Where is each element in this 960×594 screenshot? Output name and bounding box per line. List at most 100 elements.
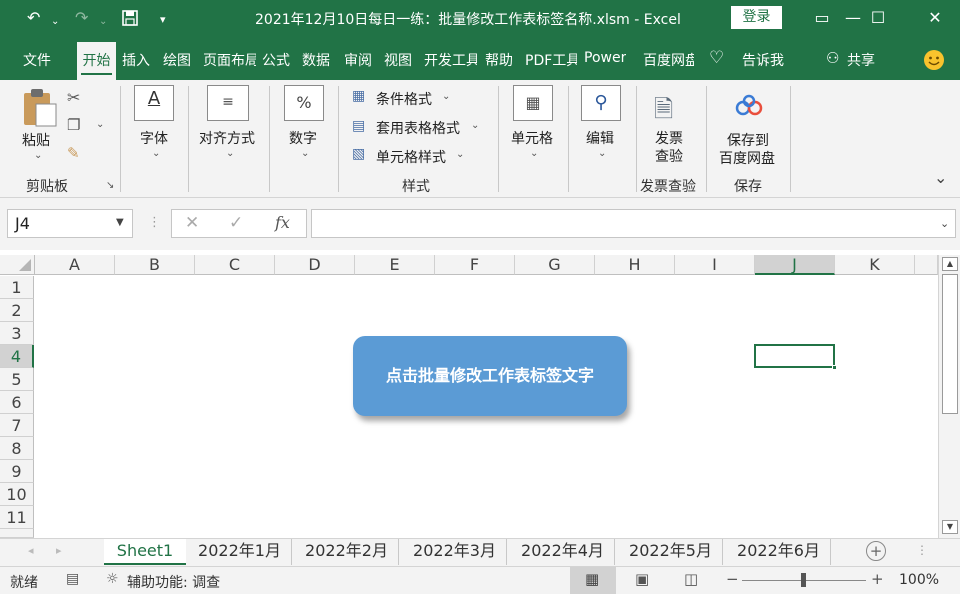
column-header[interactable]: A xyxy=(35,255,115,275)
tab-data[interactable]: 数据 xyxy=(302,50,330,72)
undo-dropdown-icon[interactable]: ⌄ xyxy=(51,12,59,32)
cut-icon[interactable]: ✂ xyxy=(67,88,80,107)
conditional-format-icon[interactable]: ▦ xyxy=(352,88,365,104)
column-header[interactable]: K xyxy=(835,255,915,275)
tab-home[interactable]: 开始 xyxy=(77,42,116,80)
tab-help[interactable]: 帮助 xyxy=(485,50,513,72)
column-header[interactable]: C xyxy=(195,255,275,275)
tab-page-layout[interactable]: 页面布局 xyxy=(203,50,256,72)
page-layout-view-icon[interactable]: ▣ xyxy=(635,570,649,588)
smiley-feedback-icon[interactable] xyxy=(923,49,945,71)
add-sheet-icon[interactable]: + xyxy=(866,541,886,561)
font-button-icon[interactable]: A xyxy=(134,85,174,121)
table-format-dropdown-icon[interactable]: ⌄ xyxy=(471,120,479,131)
zoom-slider-thumb[interactable] xyxy=(801,573,806,587)
expand-formula-icon[interactable]: ⌄ xyxy=(940,217,949,230)
enter-check-icon[interactable]: ✓ xyxy=(229,213,243,233)
zoom-in-icon[interactable]: + xyxy=(871,570,884,588)
active-cell-j4[interactable] xyxy=(754,344,837,370)
normal-view-button[interactable]: ▦ xyxy=(570,567,616,594)
row-header[interactable]: 5 xyxy=(0,368,34,391)
tab-developer[interactable]: 开发工具 xyxy=(424,50,477,72)
column-header-partial[interactable] xyxy=(915,255,938,275)
column-header[interactable]: F xyxy=(435,255,515,275)
row-header[interactable]: 3 xyxy=(0,322,34,345)
cells-label[interactable]: 单元格 xyxy=(511,128,553,148)
scroll-tabs-left-icon[interactable]: ◂ xyxy=(28,544,34,557)
customize-qat-icon[interactable]: ▾ xyxy=(160,10,166,30)
name-box[interactable]: J4 xyxy=(7,209,133,238)
table-format-icon[interactable]: ▤ xyxy=(352,118,365,134)
ribbon-display-icon[interactable]: ▭ xyxy=(810,6,834,30)
sheet-tab[interactable]: 2022年6月 xyxy=(727,539,831,565)
sheet-tab[interactable]: 2022年5月 xyxy=(619,539,723,565)
sheet-tab[interactable]: 2022年4月 xyxy=(511,539,615,565)
login-button[interactable]: 登录 xyxy=(731,6,782,29)
tab-pdf-tools[interactable]: PDF工具 xyxy=(525,50,577,72)
column-header[interactable]: E xyxy=(355,255,435,275)
name-box-dropdown-icon[interactable]: ▼ xyxy=(116,217,124,228)
row-header[interactable]: 7 xyxy=(0,414,34,437)
conditional-format-button[interactable]: 条件格式 xyxy=(376,89,432,109)
table-format-button[interactable]: 套用表格格式 xyxy=(376,118,460,138)
copy-icon[interactable]: ❐ xyxy=(67,116,80,134)
font-dropdown-icon[interactable]: ⌄ xyxy=(152,148,160,159)
row-header[interactable]: 2 xyxy=(0,299,34,322)
paste-label[interactable]: 粘贴 xyxy=(22,130,50,150)
tab-power[interactable]: Power xyxy=(584,50,626,72)
clipboard-launcher-icon[interactable]: ↘ xyxy=(106,180,114,191)
format-painter-icon[interactable]: ✎ xyxy=(67,144,80,162)
number-button-icon[interactable]: % xyxy=(284,85,324,121)
share-button[interactable]: 共享 xyxy=(847,50,875,72)
sheet-tab[interactable]: 2022年2月 xyxy=(295,539,399,565)
column-header[interactable]: B xyxy=(115,255,195,275)
vertical-scrollbar[interactable]: ▲ ▼ xyxy=(938,255,960,538)
undo-icon[interactable]: ↶ xyxy=(27,8,40,28)
fill-handle[interactable] xyxy=(832,365,837,370)
insert-function-icon[interactable]: fx xyxy=(275,213,290,232)
paste-dropdown-icon[interactable]: ⌄ xyxy=(34,150,42,161)
tab-insert[interactable]: 插入 xyxy=(122,50,150,72)
edit-button-icon[interactable]: ⚲ xyxy=(581,85,621,121)
scroll-up-icon[interactable]: ▲ xyxy=(942,257,958,271)
invoice-check-icon[interactable]: 🗎 xyxy=(654,92,673,133)
tab-split-grip-icon[interactable]: ⋮ xyxy=(916,543,928,557)
minimize-icon[interactable]: — xyxy=(841,6,865,30)
lightbulb-icon[interactable]: ♡ xyxy=(709,48,724,68)
sheet-tab[interactable]: 2022年3月 xyxy=(403,539,507,565)
tell-me[interactable]: 告诉我 xyxy=(742,50,784,72)
sheet-tab-active[interactable]: Sheet1 xyxy=(104,539,186,565)
save-icon[interactable] xyxy=(122,10,138,26)
collapse-ribbon-icon[interactable]: ⌄ xyxy=(934,168,947,187)
edit-dropdown-icon[interactable]: ⌄ xyxy=(598,148,606,159)
invoice-check-button[interactable]: 发票 查验 xyxy=(655,130,683,166)
tab-baidu-netdisk[interactable]: 百度网盘 xyxy=(643,50,694,72)
scroll-tabs-right-icon[interactable]: ▸ xyxy=(56,544,62,557)
paste-icon[interactable] xyxy=(21,88,57,128)
tab-formulas[interactable]: 公式 xyxy=(262,50,290,72)
cancel-icon[interactable]: ✕ xyxy=(185,213,199,233)
row-header-selected[interactable]: 4 xyxy=(0,345,34,368)
maximize-icon[interactable]: ☐ xyxy=(866,6,890,30)
select-all-corner[interactable] xyxy=(0,255,35,275)
column-header[interactable]: H xyxy=(595,255,675,275)
save-to-baidu-label-2[interactable]: 百度网盘 xyxy=(719,148,775,168)
cells-button-icon[interactable]: ▦ xyxy=(513,85,553,121)
redo-icon[interactable]: ↷ xyxy=(75,8,88,28)
conditional-format-dropdown-icon[interactable]: ⌄ xyxy=(442,91,450,102)
column-header[interactable]: G xyxy=(515,255,595,275)
share-user-icon[interactable]: ⚇ xyxy=(826,49,839,67)
accessibility-status[interactable]: 辅助功能: 调查 xyxy=(127,572,220,592)
column-header-selected[interactable]: J xyxy=(755,255,835,275)
tab-review[interactable]: 审阅 xyxy=(344,50,372,72)
close-icon[interactable]: ✕ xyxy=(923,6,947,30)
row-header-partial[interactable] xyxy=(0,529,34,538)
row-header[interactable]: 8 xyxy=(0,437,34,460)
sheet-tab[interactable]: 2022年1月 xyxy=(188,539,292,565)
tab-view[interactable]: 视图 xyxy=(384,50,412,72)
zoom-out-icon[interactable]: − xyxy=(726,570,739,588)
scroll-thumb[interactable] xyxy=(942,274,958,414)
row-header[interactable]: 6 xyxy=(0,391,34,414)
row-header[interactable]: 11 xyxy=(0,506,34,529)
edit-label[interactable]: 编辑 xyxy=(586,128,614,148)
